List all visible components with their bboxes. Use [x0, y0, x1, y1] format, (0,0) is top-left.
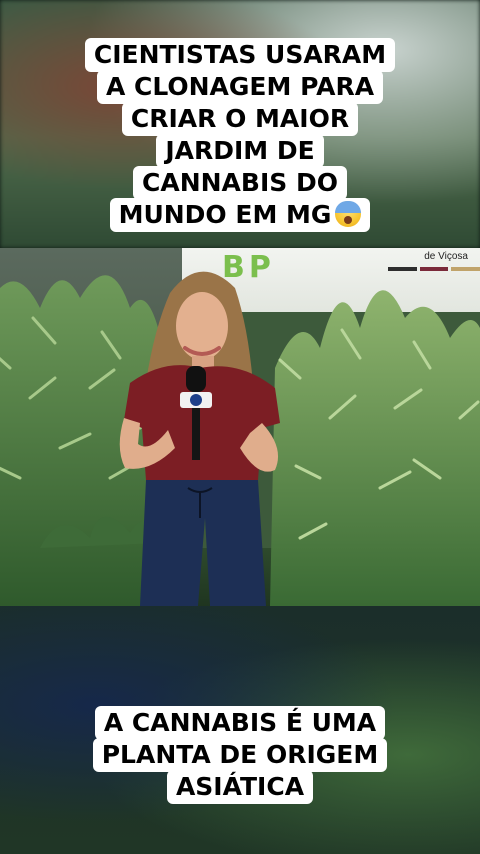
caption-line: CRIAR O MAIOR — [121, 102, 359, 136]
cannabis-plant-right — [270, 290, 480, 606]
caption-line: CANNABIS DO — [133, 166, 347, 200]
caption-line: A CLONAGEM PARA — [96, 70, 384, 104]
caption-top: CIENTISTAS USARAM A CLONAGEM PARA CRIAR … — [0, 38, 480, 232]
caption-line: PLANTA DE ORIGEM — [92, 738, 388, 772]
caption-line: A CANNABIS É UMA — [94, 706, 386, 740]
caption-line-last: MUNDO EM MG — [109, 198, 371, 232]
caption-line-text: MUNDO EM MG — [118, 200, 332, 229]
caption-bottom: A CANNABIS É UMA PLANTA DE ORIGEM ASIÁTI… — [0, 706, 480, 804]
caption-line: ASIÁTICA — [166, 770, 314, 804]
video-frame[interactable]: BP de Viçosa — [0, 248, 480, 606]
caption-line: CIENTISTAS USARAM — [84, 38, 396, 72]
caption-line: JARDIM DE — [156, 134, 324, 168]
scene-illustration — [0, 271, 480, 606]
screaming-face-emoji-icon — [335, 201, 362, 227]
